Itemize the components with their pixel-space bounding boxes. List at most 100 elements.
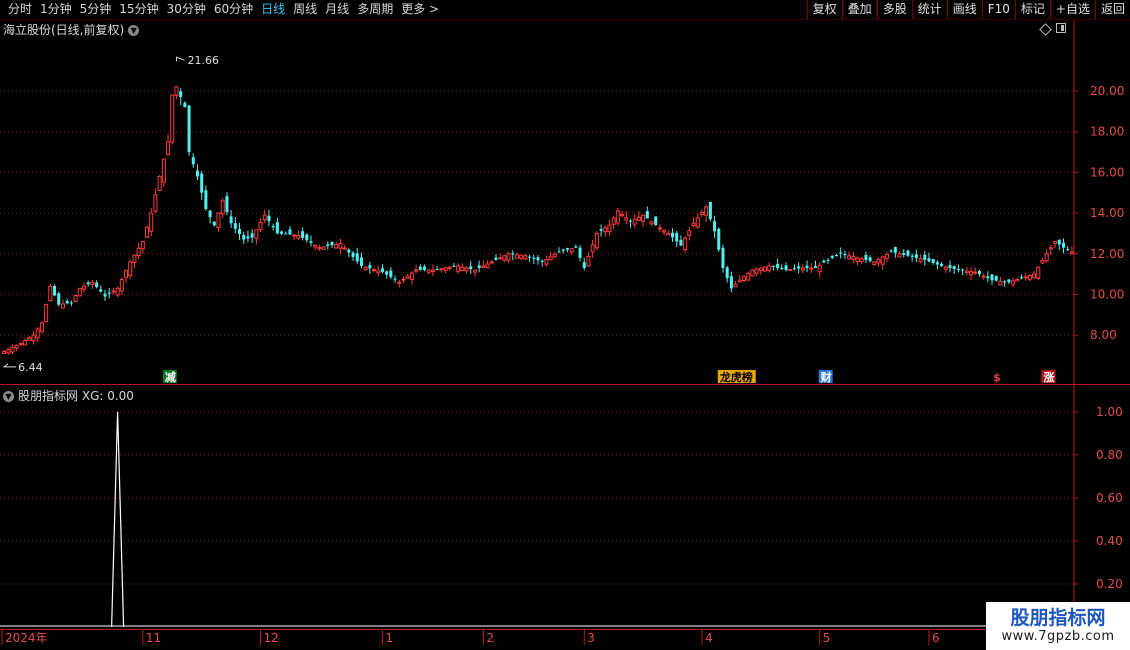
candle-body [746, 272, 751, 281]
candle-body [884, 253, 889, 259]
candle-body [956, 268, 960, 271]
candle-body [876, 258, 881, 264]
candle-body [607, 224, 612, 233]
candle-body [439, 268, 444, 271]
event-marker-label: 涨 [1043, 370, 1054, 384]
low-price-label: 6.44 [18, 361, 42, 374]
candle-body [254, 229, 259, 239]
candle-body [284, 233, 288, 235]
candle-body [464, 267, 469, 272]
high-pointer [175, 56, 185, 62]
candle-body [1069, 251, 1074, 255]
indicator-title[interactable]: ▼ 股朋指标网 XG: 0.00 [3, 387, 134, 404]
candle-body [981, 275, 986, 278]
candle-body [489, 261, 494, 264]
candle-body [136, 247, 141, 257]
candle-body [10, 346, 15, 353]
candle-body [897, 253, 902, 258]
candle-body [195, 170, 199, 177]
candle-body [385, 271, 389, 275]
chevron-down-icon[interactable]: ▼ [128, 25, 140, 36]
candle-body [389, 270, 393, 278]
price-tick-label: 14.00 [1090, 206, 1124, 220]
time-axis-label: 12 [264, 631, 279, 645]
candle-body [940, 263, 944, 266]
indicator-name: 股朋指标网 [18, 389, 79, 403]
candle-body [296, 234, 301, 239]
candle-body [1061, 242, 1066, 248]
candle-body [191, 157, 195, 165]
candle-body [532, 257, 536, 259]
candle-body [729, 276, 733, 289]
candle-body [927, 258, 931, 262]
candle-body [183, 102, 187, 108]
diamond-icon[interactable] [1039, 23, 1052, 36]
candle-body [60, 303, 65, 309]
candle-body [1019, 277, 1023, 279]
candle-body [107, 292, 111, 294]
candle-body [548, 256, 553, 261]
candle-body [288, 229, 292, 235]
candle-body [81, 285, 86, 290]
chevron-down-icon[interactable]: ▼ [3, 391, 14, 402]
candle-body [817, 264, 822, 273]
candle-body [511, 253, 515, 255]
candle-body [800, 267, 805, 271]
candle-body [847, 255, 852, 260]
candle-body [557, 251, 561, 253]
price-tick-label: 12.00 [1090, 247, 1124, 261]
panel-toggle-icon[interactable] [1056, 23, 1066, 33]
candle-body [212, 221, 216, 226]
candle-body [1015, 279, 1020, 282]
candle-body [435, 269, 439, 271]
candle-body [679, 239, 683, 246]
candle-body [675, 232, 679, 242]
candle-body [31, 334, 36, 342]
candle-body [99, 289, 103, 292]
kline-chart[interactable]: 20.00 18.00 16.00 14.00 12.00 10.00 8.00 1.00 0.… [0, 0, 1130, 650]
candle-body [654, 216, 658, 226]
candle-body [124, 270, 129, 278]
candle-body [380, 268, 384, 273]
candle-body [401, 278, 406, 281]
candle-body [1003, 281, 1007, 283]
candle-body [23, 340, 28, 346]
candle-body [271, 226, 275, 228]
candle-body [200, 173, 204, 193]
candle-body [238, 229, 242, 235]
candle-body [649, 221, 654, 225]
candle-body [784, 265, 788, 271]
candle-body [754, 268, 759, 274]
candle-body [242, 234, 246, 240]
candle-body [69, 302, 73, 304]
candle-body [990, 274, 994, 281]
candle-body [275, 222, 279, 234]
candle-body [699, 211, 704, 215]
candle-body [834, 254, 838, 256]
candle-body [822, 260, 826, 263]
candle-body [704, 206, 709, 216]
candle-body [309, 241, 313, 243]
candle-body [330, 241, 334, 246]
candle-body [6, 348, 11, 354]
candle-body [305, 234, 309, 241]
candle-body [695, 217, 700, 228]
candle-body [683, 237, 688, 250]
candle-body [561, 249, 565, 251]
candle-body [514, 254, 519, 259]
candle-body [902, 252, 906, 255]
candle-body [721, 247, 725, 269]
candle-body [103, 293, 107, 297]
time-axis-label: 3 [587, 631, 595, 645]
candle-body [880, 256, 885, 265]
candle-body [157, 175, 162, 192]
candle-body [292, 234, 297, 237]
candle-body [44, 304, 49, 323]
candle-body [636, 216, 641, 221]
candle-body [359, 257, 363, 266]
candle-body [797, 266, 801, 269]
candle-body [2, 350, 7, 355]
stock-title[interactable]: 海立股份(日线,前复权) ▼ [3, 21, 140, 38]
candle-body [733, 283, 738, 288]
low-pointer [2, 363, 17, 368]
